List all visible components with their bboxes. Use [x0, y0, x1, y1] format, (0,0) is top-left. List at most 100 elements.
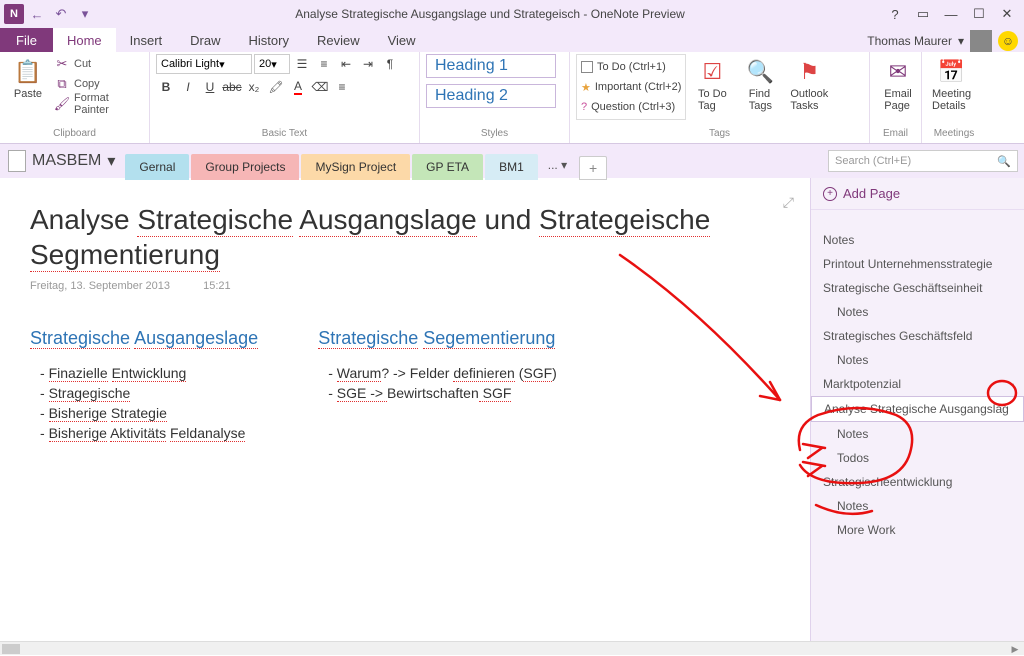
- question-icon: ?: [581, 101, 587, 113]
- page-list-item[interactable]: Printout Unternehmensstrategie: [811, 252, 1024, 276]
- calendar-icon: 📅: [936, 56, 968, 88]
- todo-tag-button[interactable]: ☑To Do Tag: [690, 54, 734, 114]
- section-tab-gernal[interactable]: Gernal: [125, 154, 189, 180]
- bullets-icon[interactable]: ☰: [292, 54, 312, 74]
- scroll-right-icon[interactable]: ▶: [1008, 642, 1022, 656]
- section-tab-group-projects[interactable]: Group Projects: [191, 154, 299, 180]
- feedback-smiley-icon[interactable]: ☺: [998, 31, 1018, 51]
- bold-button[interactable]: B: [156, 77, 176, 97]
- chevron-down-icon[interactable]: ⌄: [1008, 378, 1016, 389]
- format-painter-button[interactable]: 🖌Format Painter: [54, 94, 143, 114]
- section-tab-mysign[interactable]: MySign Project: [301, 154, 410, 180]
- cut-button[interactable]: ✂Cut: [54, 54, 143, 74]
- help-icon[interactable]: ?: [884, 5, 906, 23]
- maximize-icon[interactable]: ☐: [968, 5, 990, 23]
- style-heading2[interactable]: Heading 2: [426, 84, 556, 108]
- tab-home[interactable]: Home: [53, 28, 116, 52]
- list-item[interactable]: SGE -> Bewirtschaften SGF: [328, 383, 557, 403]
- chevron-down-icon: ▾: [107, 151, 115, 171]
- page-list-item[interactable]: More Work: [811, 518, 1024, 542]
- page-list-item[interactable]: Marktpotenzial⌄: [811, 372, 1024, 396]
- minimize-icon[interactable]: —: [940, 5, 962, 23]
- tag-question[interactable]: ?Question (Ctrl+3): [581, 97, 681, 117]
- page-list-item[interactable]: Notes: [811, 422, 1024, 446]
- horizontal-scrollbar[interactable]: ▶: [0, 641, 1024, 655]
- list-item[interactable]: Warum? -> Felder definieren (SGF): [328, 363, 557, 383]
- page-list-item[interactable]: Notes: [811, 300, 1024, 324]
- page-time: 15:21: [203, 280, 231, 292]
- page-title[interactable]: Analyse Strategische Ausgangslage und St…: [30, 202, 780, 272]
- back-icon[interactable]: ←: [26, 3, 48, 25]
- qat-more-icon[interactable]: ▾: [74, 3, 96, 25]
- column-right[interactable]: Strategische Segementierung Warum? -> Fe…: [318, 328, 557, 443]
- paste-label: Paste: [14, 88, 42, 100]
- indent-icon[interactable]: ⇥: [358, 54, 378, 74]
- paste-icon: 📋: [12, 56, 44, 88]
- column-left[interactable]: Strategische Ausgangeslage Finazielle En…: [30, 328, 258, 443]
- scrollbar-thumb[interactable]: [2, 644, 20, 654]
- page-list-item[interactable]: Notes: [811, 494, 1024, 518]
- user-dropdown-icon[interactable]: ▾: [958, 34, 964, 48]
- numbering-icon[interactable]: ≡: [314, 54, 334, 74]
- clear-format-button[interactable]: ⌫: [310, 77, 330, 97]
- page-list-item[interactable]: Strategischeentwicklung: [811, 470, 1024, 494]
- subscript-button[interactable]: x₂: [244, 77, 264, 97]
- list-item[interactable]: Finazielle Entwicklung: [40, 363, 258, 383]
- page-meta: Freitag, 13. September 2013 15:21: [30, 280, 780, 292]
- add-page-button[interactable]: + Add Page: [811, 178, 1024, 210]
- outdent-icon[interactable]: ⇤: [336, 54, 356, 74]
- expand-icon[interactable]: ⤢: [783, 194, 794, 211]
- tab-review[interactable]: Review: [303, 28, 374, 52]
- page-list-item[interactable]: Strategische Geschäftseinheit: [811, 276, 1024, 300]
- font-size-select[interactable]: 20 ▾: [254, 54, 290, 74]
- underline-button[interactable]: U: [200, 77, 220, 97]
- section-tab-bm1[interactable]: BM1: [485, 154, 538, 180]
- tab-insert[interactable]: Insert: [116, 28, 177, 52]
- page-list-item[interactable]: Strategisches Geschäftsfeld: [811, 324, 1024, 348]
- email-page-button[interactable]: ✉Email Page: [876, 54, 920, 114]
- page-list-sidebar: + Add Page NotesPrintout Unternehmensstr…: [810, 178, 1024, 641]
- section-more[interactable]: ... ▾: [540, 152, 575, 178]
- avatar[interactable]: [970, 30, 992, 52]
- highlight-button[interactable]: 🖍: [266, 77, 286, 97]
- page-list-item[interactable]: Notes: [811, 348, 1024, 372]
- add-section-button[interactable]: +: [579, 156, 607, 180]
- list-item[interactable]: Stragegische: [40, 383, 258, 403]
- undo-icon[interactable]: ↶: [50, 3, 72, 25]
- page-list-item[interactable]: Analyse Strategische Ausgangslag: [811, 396, 1024, 422]
- star-icon: ★: [581, 81, 591, 94]
- section-tab-gp-eta[interactable]: GP ETA: [412, 154, 483, 180]
- font-color-button[interactable]: A: [288, 77, 308, 97]
- paste-button[interactable]: 📋 Paste: [6, 54, 50, 102]
- ribbon-tabs: File Home Insert Draw History Review Vie…: [0, 28, 1024, 52]
- close-icon[interactable]: ✕: [996, 5, 1018, 23]
- tag-important[interactable]: ★Important (Ctrl+2): [581, 77, 681, 97]
- page-date: Freitag, 13. September 2013: [30, 280, 170, 292]
- copy-icon: ⧉: [54, 76, 70, 92]
- search-icon: 🔍: [997, 155, 1011, 168]
- outlook-tasks-button[interactable]: ⚑Outlook Tasks: [786, 54, 832, 114]
- page-canvas[interactable]: ⤢ Analyse Strategische Ausgangslage und …: [0, 178, 810, 641]
- search-input[interactable]: Search (Ctrl+E) 🔍: [828, 150, 1018, 172]
- page-list-item[interactable]: Notes: [811, 228, 1024, 252]
- font-family-select[interactable]: Calibri Light ▾: [156, 54, 252, 74]
- find-tags-button[interactable]: 🔍Find Tags: [738, 54, 782, 114]
- tab-draw[interactable]: Draw: [176, 28, 234, 52]
- paragraph-icon[interactable]: ¶: [380, 54, 400, 74]
- list-item[interactable]: Bisherige Strategie: [40, 403, 258, 423]
- page-list-item[interactable]: Todos: [811, 446, 1024, 470]
- notebook-selector[interactable]: MASBEM ▾: [4, 150, 125, 178]
- tab-file[interactable]: File: [0, 28, 53, 52]
- tag-todo[interactable]: To Do (Ctrl+1): [581, 57, 681, 77]
- ribbon-collapse-icon[interactable]: ▭: [912, 5, 934, 23]
- align-button[interactable]: ≡: [332, 77, 352, 97]
- strike-button[interactable]: abc: [222, 77, 242, 97]
- meeting-details-button[interactable]: 📅Meeting Details: [928, 54, 975, 114]
- style-heading1[interactable]: Heading 1: [426, 54, 556, 78]
- tab-view[interactable]: View: [374, 28, 430, 52]
- list-item[interactable]: Bisherige Aktivitäts Feldanalyse: [40, 423, 258, 443]
- tab-history[interactable]: History: [235, 28, 303, 52]
- copy-button[interactable]: ⧉Copy: [54, 74, 143, 94]
- user-name[interactable]: Thomas Maurer: [867, 34, 952, 48]
- italic-button[interactable]: I: [178, 77, 198, 97]
